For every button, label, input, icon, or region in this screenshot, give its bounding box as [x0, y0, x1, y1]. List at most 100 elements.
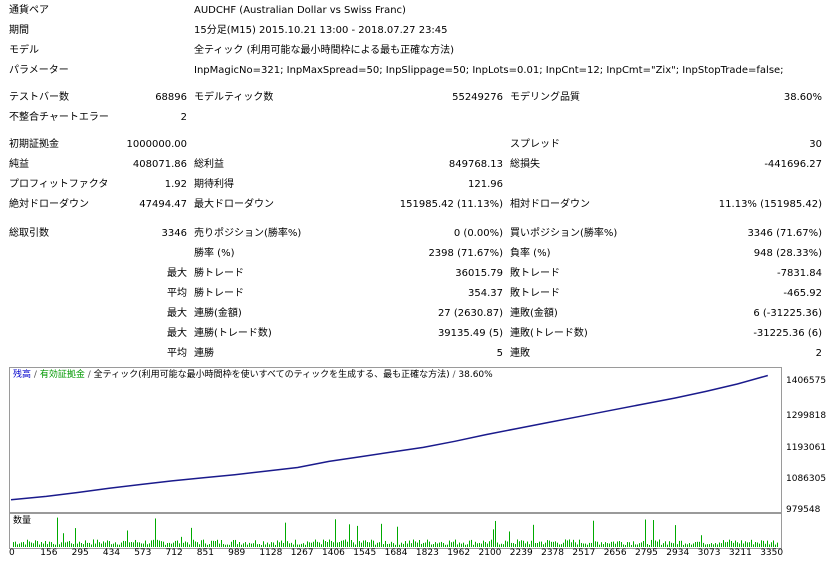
volume-bar — [737, 542, 738, 547]
volume-bar — [249, 542, 250, 547]
volume-bar — [393, 543, 394, 547]
volume-bar — [147, 544, 148, 547]
volume-bar — [337, 542, 338, 547]
volume-bar — [497, 542, 498, 547]
volume-bar — [233, 540, 234, 547]
initial-deposit-value: 1000000.00 — [126, 139, 187, 150]
volume-bar — [577, 544, 578, 547]
volume-bar — [65, 542, 66, 547]
volume-bar — [415, 541, 416, 547]
volume-bar — [755, 542, 756, 547]
volume-bar — [641, 542, 642, 547]
abs-drawdown-value: 47494.47 — [139, 199, 187, 210]
volume-bar — [163, 541, 164, 547]
volume-bar — [545, 542, 546, 547]
volume-bar — [491, 539, 492, 547]
volume-bar — [433, 544, 434, 547]
volume-bar — [71, 543, 72, 547]
x-tick-label: 2100 — [478, 548, 502, 558]
volume-bar — [775, 544, 776, 547]
spread-value: 30 — [809, 139, 822, 150]
volume-bar — [609, 543, 610, 547]
volume-bar — [659, 539, 660, 547]
volume-bar — [93, 539, 94, 547]
detail-b-value: -7831.84 — [777, 268, 822, 279]
volume-bar — [261, 544, 262, 547]
volume-bar — [363, 540, 364, 547]
volume-bar — [485, 542, 486, 547]
volume-bar — [527, 541, 528, 547]
volume-bar — [81, 543, 82, 547]
volume-bar — [179, 543, 180, 547]
y-tick-label: 1193061 — [786, 443, 827, 453]
volume-bar — [95, 543, 96, 547]
volume-bar — [353, 542, 354, 547]
volume-bar — [39, 544, 40, 547]
volume-bar — [489, 541, 490, 547]
volume-bar — [573, 539, 574, 547]
volume-bar — [521, 540, 522, 547]
volume-bar — [623, 544, 624, 547]
volume-bar — [739, 543, 740, 547]
x-tick-label: 1406 — [322, 548, 345, 558]
volume-bar — [259, 544, 260, 547]
volume-bar — [769, 544, 770, 547]
volume-bar — [305, 544, 306, 547]
volume-bar — [63, 533, 64, 547]
model-label: モデル — [9, 45, 39, 56]
volume-bar — [23, 541, 24, 547]
volume-bar — [627, 542, 628, 547]
volume-bar — [397, 526, 398, 547]
volume-bar — [427, 539, 428, 547]
volume-bar — [701, 535, 702, 547]
volume-bar — [691, 544, 692, 547]
volume-bar — [569, 539, 570, 547]
volume-bar — [181, 536, 182, 547]
volume-bar — [271, 542, 272, 547]
volume-bar — [203, 539, 204, 547]
volume-bar — [187, 542, 188, 547]
x-tick-label: 1545 — [353, 548, 377, 558]
volume-bar — [27, 539, 28, 547]
volume-bar — [753, 544, 754, 547]
volume-bar — [499, 544, 500, 547]
detail-prefix: 最大 — [167, 308, 187, 319]
balance-chart: 残高 / 有効証拠金 / 全ティック(利用可能な最小時間枠を使いすべてのティック… — [9, 367, 782, 513]
volume-bar — [201, 540, 202, 547]
volume-bar — [213, 540, 214, 547]
mismatch-value: 2 — [180, 112, 187, 123]
volume-bar — [83, 544, 84, 547]
volume-bar — [51, 542, 52, 547]
volume-bar — [53, 543, 54, 547]
volume-bar — [97, 539, 98, 547]
volume-bar — [647, 543, 648, 547]
volume-bar — [49, 541, 50, 547]
volume-bar — [167, 543, 168, 547]
volume-bar — [343, 540, 344, 547]
volume-bar — [283, 542, 284, 547]
volume-bar — [761, 540, 762, 547]
symbol-label: 通貨ペア — [9, 5, 49, 16]
x-tick-label: 434 — [102, 548, 121, 558]
y-tick-label: 1406575 — [786, 376, 827, 386]
short-positions-value: 0 (0.00%) — [453, 228, 503, 239]
volume-bar — [441, 541, 442, 547]
volume-bar — [219, 543, 220, 547]
volume-bar — [375, 544, 376, 547]
volume-bar — [325, 541, 326, 547]
volume-bar — [709, 544, 710, 547]
volume-bar — [169, 542, 170, 547]
volume-bar — [543, 544, 544, 547]
volume-bar — [631, 544, 632, 547]
volume-bar — [585, 543, 586, 547]
x-tick-label: 2656 — [603, 548, 627, 558]
volume-bar — [593, 520, 594, 547]
volume-bar — [605, 542, 606, 547]
volume-bar — [713, 544, 714, 547]
volume-bar — [265, 544, 266, 547]
volume-bar — [347, 541, 348, 547]
volume-bar — [335, 519, 336, 547]
detail-b-value: 948 (28.33%) — [753, 248, 822, 259]
volume-bar — [59, 544, 60, 547]
volume-bar — [67, 541, 68, 547]
